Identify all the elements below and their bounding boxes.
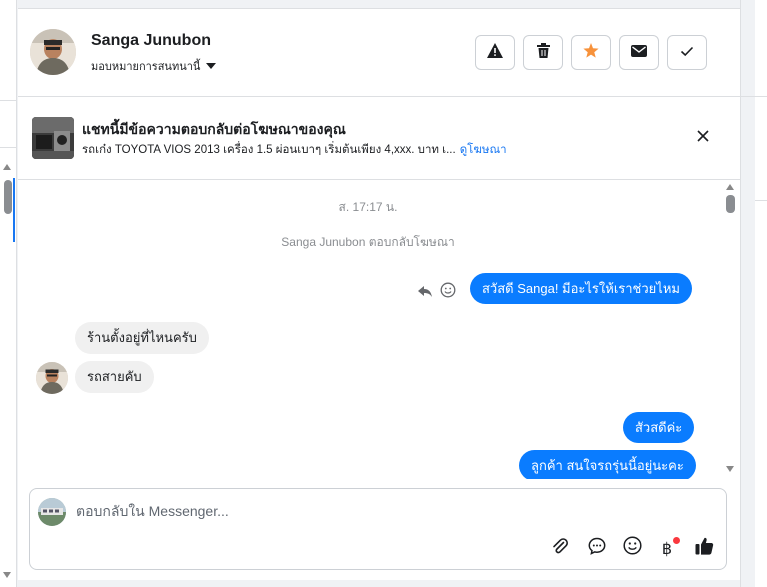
ad-reply-banner: แชทนี้มีข้อความตอบกลับต่อโฆษณาของคุณ รถเ… xyxy=(18,98,740,180)
message-actions xyxy=(418,282,456,303)
paperclip-icon xyxy=(551,537,569,560)
incoming-message[interactable]: ร้านตั้งอยู่ที่ไหนครับ xyxy=(75,322,209,354)
thumbs-up-icon xyxy=(695,537,714,560)
left-scrollbar-thumb[interactable] xyxy=(4,180,12,214)
contact-name[interactable]: Sanga Junubon xyxy=(91,32,211,50)
emoji-button[interactable] xyxy=(621,536,643,560)
warning-icon xyxy=(487,42,503,63)
chevron-down-icon xyxy=(206,63,217,69)
attach-file-button[interactable] xyxy=(549,537,571,559)
saved-replies-button[interactable] xyxy=(586,537,608,559)
right-divider xyxy=(741,96,767,97)
ad-thumbnail[interactable] xyxy=(32,117,74,159)
conversation-panel: Sanga Junubon มอบหมายการสนทนานี้ แชทนี้ม… xyxy=(18,8,740,580)
close-banner-button[interactable] xyxy=(692,127,714,149)
send-like-button[interactable] xyxy=(693,537,715,559)
left-edge-segment xyxy=(0,100,17,148)
trash-icon xyxy=(536,42,550,63)
message-input[interactable] xyxy=(76,503,676,519)
thread-scroll-down-arrow[interactable] xyxy=(726,466,734,472)
contact-avatar[interactable] xyxy=(30,29,76,75)
thread-scroll-up-arrow[interactable] xyxy=(726,184,734,190)
right-divider xyxy=(755,200,767,201)
ad-description: รถเก๋ง TOYOTA VIOS 2013 เครื่อง 1.5 ผ่อน… xyxy=(82,144,456,156)
outgoing-message[interactable]: ลูกค้า สนใจรถรุ่นนี้อยู่นะคะ xyxy=(519,450,696,479)
reply-icon[interactable] xyxy=(418,284,432,302)
left-active-indicator xyxy=(13,178,15,242)
incoming-message[interactable]: รถสายคับ xyxy=(75,361,154,393)
mark-spam-button[interactable] xyxy=(475,35,515,70)
assign-label: มอบหมายการสนทนานี้ xyxy=(91,61,201,73)
assign-conversation-dropdown[interactable]: มอบหมายการสนทนานี้ xyxy=(91,57,217,75)
chat-bubble-icon xyxy=(588,537,606,560)
ad-banner-description-row: รถเก๋ง TOYOTA VIOS 2013 เครื่อง 1.5 ผ่อน… xyxy=(82,141,507,159)
left-scroll-up-arrow[interactable] xyxy=(3,164,11,170)
mark-done-button[interactable] xyxy=(667,35,707,70)
page-avatar xyxy=(38,498,66,526)
emoji-icon xyxy=(622,536,642,560)
star-conversation-button[interactable] xyxy=(571,35,611,70)
right-side-panel xyxy=(740,0,767,587)
contact-avatar-small[interactable] xyxy=(36,362,68,394)
react-emoji-icon[interactable] xyxy=(440,282,456,303)
left-edge-panel xyxy=(0,0,17,587)
view-ad-link[interactable]: ดูโฆษณา xyxy=(460,144,507,156)
thread-scrollbar-thumb[interactable] xyxy=(726,195,735,213)
outgoing-message[interactable]: สัวสดีค่ะ xyxy=(623,412,695,443)
message-composer: ฿ xyxy=(29,488,727,570)
ad-reply-notice: Sanga Junubon ตอบกลับโฆษณา xyxy=(281,235,455,249)
delete-conversation-button[interactable] xyxy=(523,35,563,70)
right-side-inner xyxy=(755,0,767,587)
conversation-header: Sanga Junubon มอบหมายการสนทนานี้ xyxy=(18,9,740,97)
left-scroll-down-arrow[interactable] xyxy=(3,572,11,578)
outgoing-message[interactable]: สวัสดี Sanga! มีอะไรให้เราช่วยไหม xyxy=(470,273,692,304)
check-icon xyxy=(680,44,694,62)
payment-button[interactable]: ฿ xyxy=(656,537,680,559)
notification-dot xyxy=(673,537,680,544)
baht-icon: ฿ xyxy=(661,538,673,558)
mark-unread-button[interactable] xyxy=(619,35,659,70)
message-thread: ส. 17:17 น. Sanga Junubon ตอบกลับโฆษณา ส… xyxy=(18,181,740,479)
message-timestamp: ส. 17:17 น. xyxy=(338,200,398,214)
star-icon xyxy=(583,42,599,63)
envelope-icon xyxy=(631,44,647,62)
close-icon xyxy=(697,129,709,147)
ad-banner-title: แชทนี้มีข้อความตอบกลับต่อโฆษณาของคุณ xyxy=(82,121,346,137)
